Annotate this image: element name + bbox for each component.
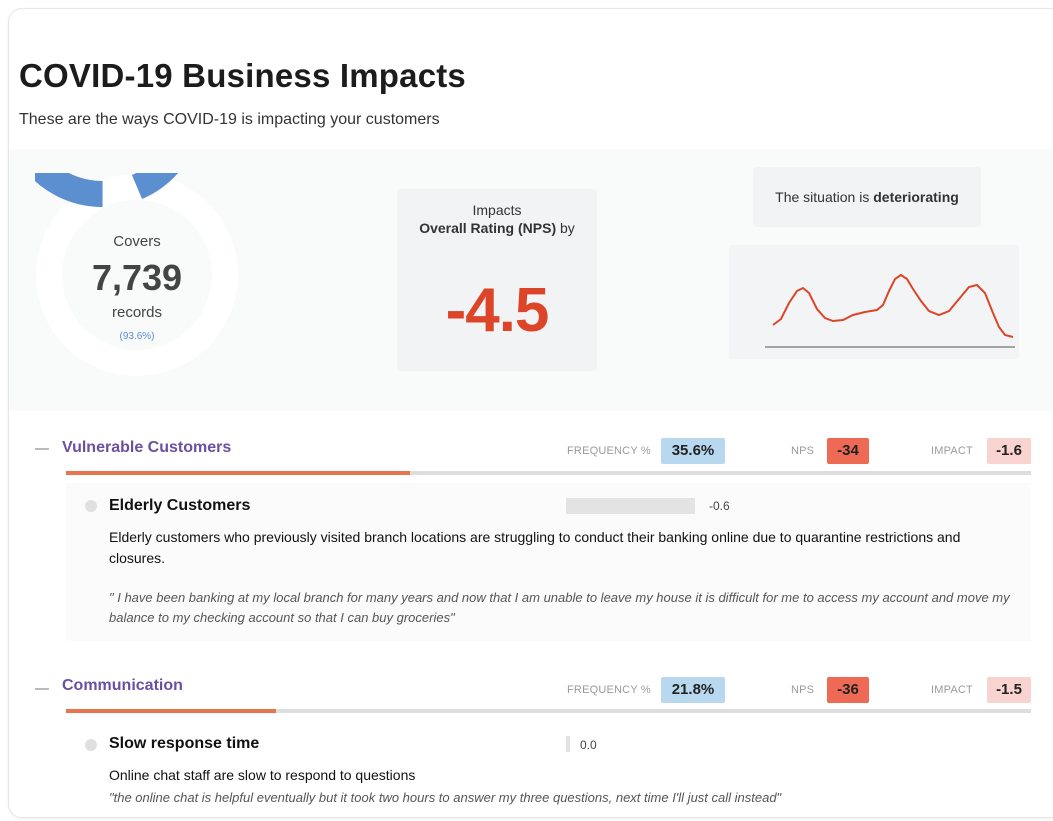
item-impact-value: -0.6 bbox=[709, 499, 730, 513]
collapse-icon[interactable] bbox=[35, 448, 49, 450]
frequency-progress-fill bbox=[66, 471, 410, 475]
frequency-badge: 35.6% bbox=[661, 438, 725, 464]
impact-summary: Impacts Overall Rating (NPS) by -4.5 bbox=[397, 189, 597, 371]
trend-status: The situation is deteriorating bbox=[753, 167, 981, 227]
coverage-donut: Covers 7,739 records (93.6%) bbox=[9, 9, 239, 377]
frequency-badge: 21.8% bbox=[661, 677, 725, 703]
impact-label: IMPACT bbox=[931, 445, 973, 457]
section-title[interactable]: Communication bbox=[62, 677, 183, 695]
item-impact-value: 0.0 bbox=[580, 738, 597, 752]
nps-badge: -34 bbox=[827, 438, 869, 464]
trend-label: The situation is deteriorating bbox=[753, 189, 981, 205]
frequency-label: FREQUENCY % bbox=[567, 445, 651, 457]
impact-badge: -1.5 bbox=[987, 677, 1031, 703]
item-impact-bar bbox=[566, 736, 571, 752]
impact-card: COVID-19 Business Impacts These are the … bbox=[8, 8, 1053, 818]
frequency-progress bbox=[66, 709, 1031, 713]
item-description: Elderly customers who previously visited… bbox=[109, 529, 961, 566]
trend-prefix: The situation is bbox=[775, 189, 870, 205]
summary-panel: Covers 7,739 records (93.6%) Impacts Ove… bbox=[9, 9, 1053, 411]
item-quote: " I have been banking at my local branch… bbox=[109, 590, 1010, 625]
covers-percent: (93.6%) bbox=[119, 331, 155, 342]
trend-sparkline bbox=[765, 273, 1015, 348]
frequency-label: FREQUENCY % bbox=[567, 684, 651, 696]
frequency-progress bbox=[66, 471, 1031, 475]
item-description: Online chat staff are slow to respond to… bbox=[109, 767, 416, 783]
item-title: Slow response time bbox=[109, 735, 260, 752]
impact-metric-name: Overall Rating (NPS) bbox=[419, 220, 557, 236]
coverage-text: Covers 7,739 records (93.6%) bbox=[35, 173, 239, 377]
impact-by: by bbox=[560, 220, 575, 236]
trend-line bbox=[772, 273, 1014, 338]
impact-badge: -1.6 bbox=[987, 438, 1031, 464]
collapse-icon[interactable] bbox=[35, 688, 49, 690]
covers-count: 7,739 bbox=[91, 257, 183, 298]
section-title[interactable]: Vulnerable Customers bbox=[62, 439, 231, 457]
covers-label: Covers bbox=[113, 233, 161, 250]
impact-value: -4.5 bbox=[445, 276, 550, 345]
item-bullet[interactable] bbox=[85, 500, 97, 512]
nps-label: NPS bbox=[791, 445, 815, 457]
item-quote: "the online chat is helpful eventually b… bbox=[109, 790, 782, 805]
item-bullet[interactable] bbox=[85, 739, 97, 751]
page-subtitle: These are the ways COVID-19 is impacting… bbox=[19, 111, 440, 128]
covers-unit: records bbox=[111, 304, 163, 321]
item-title: Elderly Customers bbox=[109, 497, 251, 514]
frequency-progress-fill bbox=[66, 709, 277, 713]
impact-label: Impacts bbox=[472, 202, 522, 218]
impact-label: IMPACT bbox=[931, 684, 973, 696]
page-title: COVID-19 Business Impacts bbox=[19, 57, 466, 94]
impact-metric-line: Overall Rating (NPS) by bbox=[397, 220, 597, 236]
trend-state: deteriorating bbox=[873, 189, 959, 205]
nps-label: NPS bbox=[791, 684, 815, 696]
item-impact-bar bbox=[566, 498, 696, 514]
nps-badge: -36 bbox=[827, 677, 869, 703]
